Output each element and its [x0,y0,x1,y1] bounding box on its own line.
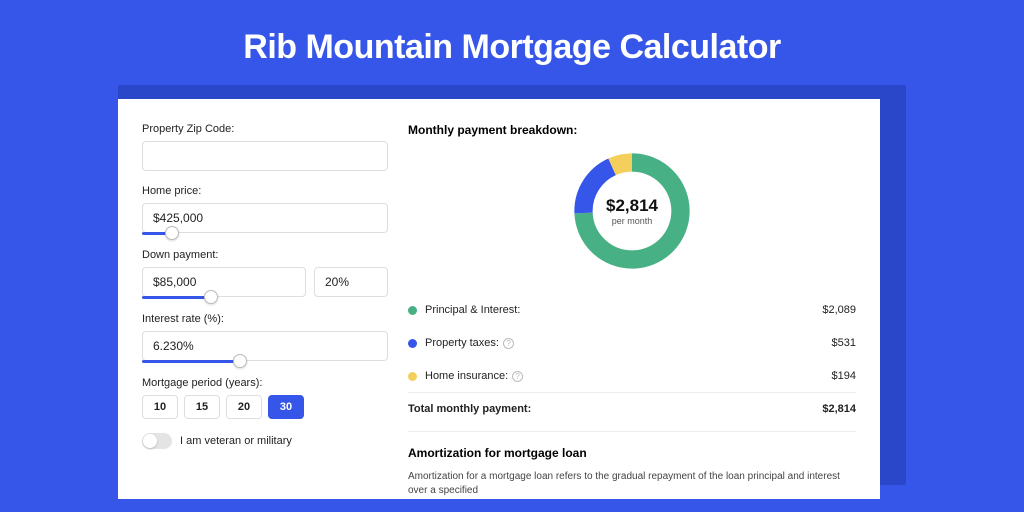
legend-label-insurance: Home insurance: ? [425,370,832,382]
interest-rate-input[interactable] [142,331,388,361]
veteran-toggle-knob [143,434,157,448]
field-interest-rate: Interest rate (%): [142,313,388,363]
legend-value-insurance: $194 [832,370,856,382]
amortization-section: Amortization for mortgage loan Amortizat… [408,431,856,498]
inputs-column: Property Zip Code: Home price: Down paym… [142,123,388,499]
dot-principal-icon [408,306,417,315]
down-payment-pct-input[interactable] [314,267,388,297]
interest-rate-slider[interactable] [142,360,240,363]
amortization-body: Amortization for a mortgage loan refers … [408,470,856,498]
info-icon[interactable]: ? [503,338,514,349]
legend-row-total: Total monthly payment: $2,814 [408,392,856,425]
interest-rate-slider-thumb[interactable] [233,354,247,368]
down-payment-slider[interactable] [142,296,211,299]
period-15-button[interactable]: 15 [184,395,220,419]
home-price-input[interactable] [142,203,388,233]
home-price-slider-thumb[interactable] [165,226,179,240]
calculator-card: Property Zip Code: Home price: Down paym… [118,99,880,499]
legend-label-total: Total monthly payment: [408,403,822,415]
zip-label: Property Zip Code: [142,123,388,135]
home-price-label: Home price: [142,185,388,197]
legend-value-total: $2,814 [822,403,856,415]
card-shadow: Property Zip Code: Home price: Down paym… [118,85,906,485]
veteran-toggle[interactable] [142,433,172,449]
donut-chart-wrap: $2,814 per month [408,147,856,275]
field-down-payment: Down payment: [142,249,388,299]
legend-label-taxes-text: Property taxes: [425,337,499,349]
legend-row-principal: Principal & Interest: $2,089 [408,293,856,326]
field-home-price: Home price: [142,185,388,235]
donut-amount: $2,814 [606,196,658,216]
dot-insurance-icon [408,372,417,381]
period-30-button[interactable]: 30 [268,395,304,419]
donut-chart: $2,814 per month [568,147,696,275]
page-title: Rib Mountain Mortgage Calculator [243,28,780,67]
period-20-button[interactable]: 20 [226,395,262,419]
down-payment-input[interactable] [142,267,306,297]
zip-input[interactable] [142,141,388,171]
legend-label-taxes: Property taxes: ? [425,337,832,349]
home-price-slider[interactable] [142,232,172,235]
down-payment-slider-thumb[interactable] [204,290,218,304]
legend-row-insurance: Home insurance: ? $194 [408,359,856,392]
field-zip: Property Zip Code: [142,123,388,171]
donut-center: $2,814 per month [568,147,696,275]
info-icon[interactable]: ? [512,371,523,382]
veteran-toggle-row: I am veteran or military [142,433,388,449]
legend-label-principal: Principal & Interest: [425,304,822,316]
breakdown-column: Monthly payment breakdown: $2,814 per mo… [408,123,856,499]
mortgage-period-label: Mortgage period (years): [142,377,388,389]
legend-value-principal: $2,089 [822,304,856,316]
donut-sub: per month [612,216,653,226]
legend-label-insurance-text: Home insurance: [425,370,508,382]
legend-row-taxes: Property taxes: ? $531 [408,326,856,359]
veteran-toggle-label: I am veteran or military [180,435,292,447]
amortization-title: Amortization for mortgage loan [408,446,856,460]
down-payment-label: Down payment: [142,249,388,261]
period-10-button[interactable]: 10 [142,395,178,419]
legend-value-taxes: $531 [832,337,856,349]
breakdown-title: Monthly payment breakdown: [408,123,856,137]
field-mortgage-period: Mortgage period (years): 10 15 20 30 [142,377,388,419]
dot-taxes-icon [408,339,417,348]
interest-rate-label: Interest rate (%): [142,313,388,325]
